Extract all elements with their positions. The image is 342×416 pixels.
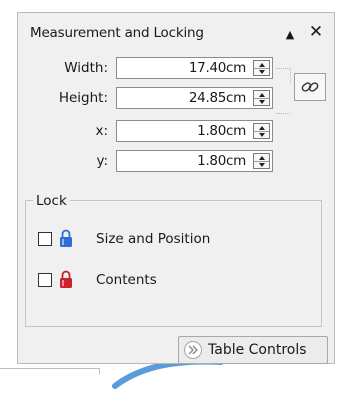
link-connector-line bbox=[276, 113, 290, 114]
link-connector-line bbox=[276, 68, 290, 69]
height-spinner bbox=[253, 90, 270, 106]
padlock-icon bbox=[60, 229, 72, 247]
arrow-up-icon bbox=[258, 155, 265, 160]
lock-group-title: Lock bbox=[33, 193, 70, 209]
close-icon: ✕ bbox=[308, 22, 324, 42]
contents-label: Contents bbox=[96, 272, 157, 288]
table-controls-label: Table Controls bbox=[208, 342, 307, 358]
x-field[interactable]: 1.80cm bbox=[116, 120, 273, 142]
height-label: Height: bbox=[58, 90, 108, 106]
table-controls-button[interactable]: Table Controls bbox=[178, 336, 328, 364]
width-field[interactable]: 17.40cm bbox=[116, 57, 273, 79]
keep-ratio-toggle[interactable] bbox=[294, 73, 326, 101]
arrow-down-icon bbox=[258, 162, 265, 167]
contents-checkbox[interactable] bbox=[38, 273, 52, 287]
y-field[interactable]: 1.80cm bbox=[116, 150, 273, 172]
arrow-down-icon bbox=[258, 132, 265, 137]
y-value: 1.80cm bbox=[197, 153, 246, 169]
x-label: x: bbox=[95, 123, 108, 139]
arrow-up-icon bbox=[258, 92, 265, 97]
background-divider bbox=[99, 368, 100, 374]
chevron-glyph bbox=[188, 345, 198, 355]
chain-link-icon bbox=[301, 82, 319, 92]
width-spinner bbox=[253, 60, 270, 76]
background-divider bbox=[0, 368, 99, 369]
arrow-down-icon bbox=[258, 69, 265, 74]
palette-title: Measurement and Locking bbox=[30, 25, 204, 41]
arrow-down-icon bbox=[258, 99, 265, 104]
arrow-up-icon bbox=[258, 62, 265, 67]
measurement-locking-palette: Measurement and Locking ▲ ✕ Width: 17.40… bbox=[17, 12, 335, 364]
padlock-icon bbox=[60, 270, 72, 288]
height-decrement-button[interactable] bbox=[254, 98, 269, 105]
triangle-up-icon: ▲ bbox=[285, 27, 295, 41]
y-decrement-button[interactable] bbox=[254, 161, 269, 168]
x-decrement-button[interactable] bbox=[254, 131, 269, 138]
size-position-label: Size and Position bbox=[96, 231, 211, 247]
collapse-button[interactable]: ▲ bbox=[283, 24, 297, 44]
height-value: 24.85cm bbox=[188, 90, 246, 106]
width-decrement-button[interactable] bbox=[254, 68, 269, 75]
link-connector-line bbox=[290, 68, 291, 83]
y-spinner bbox=[253, 153, 270, 169]
width-label: Width: bbox=[64, 60, 108, 76]
lock-groupbox bbox=[25, 200, 322, 327]
x-value: 1.80cm bbox=[197, 123, 246, 139]
close-button[interactable]: ✕ bbox=[306, 22, 326, 42]
chevron-right-double-icon bbox=[184, 341, 202, 359]
size-position-checkbox[interactable] bbox=[38, 232, 52, 246]
y-label: y: bbox=[96, 153, 108, 169]
arrow-up-icon bbox=[258, 125, 265, 130]
width-value: 17.40cm bbox=[188, 60, 246, 76]
background-shape bbox=[112, 358, 224, 389]
height-field[interactable]: 24.85cm bbox=[116, 87, 273, 109]
x-spinner bbox=[253, 123, 270, 139]
